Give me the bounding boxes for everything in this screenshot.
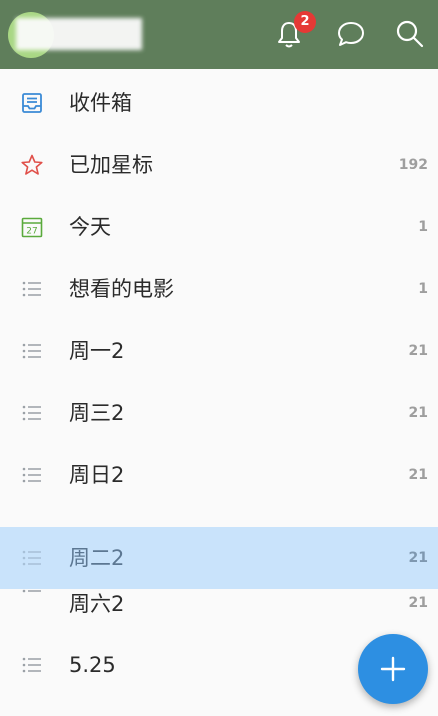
search-icon[interactable]	[394, 18, 426, 50]
list-item-inbox[interactable]: 收件箱	[0, 72, 438, 134]
list-icon	[20, 463, 44, 487]
list-icon	[20, 401, 44, 425]
list-count: 192	[398, 157, 428, 173]
list-label: 周三2	[69, 401, 125, 425]
list-count: 21	[408, 405, 428, 421]
list-label: 周二2	[69, 546, 125, 570]
notification-badge: 2	[294, 11, 316, 33]
svg-text:27: 27	[26, 227, 37, 237]
chat-bubble-icon[interactable]	[335, 18, 367, 50]
app-header: 2	[0, 0, 438, 69]
list-item-monday[interactable]: 周一2 21	[0, 320, 438, 382]
list-icon	[20, 339, 44, 363]
star-icon	[20, 153, 44, 177]
list-item-wednesday[interactable]: 周三2 21	[0, 382, 438, 444]
list-label: 5.25	[69, 653, 116, 677]
list-icon	[20, 653, 44, 677]
list-item-sunday[interactable]: 周日2 21	[0, 444, 438, 506]
list-label: 周日2	[69, 463, 125, 487]
account-name-redacted[interactable]	[16, 18, 142, 50]
list-count: 21	[408, 550, 428, 566]
list-label: 今天	[69, 215, 111, 239]
list-label: 周六2	[69, 592, 125, 616]
plus-icon	[380, 656, 406, 682]
list-count: 21	[408, 343, 428, 359]
list-count: 21	[408, 595, 428, 611]
list-label: 收件箱	[69, 91, 132, 115]
list-label: 想看的电影	[69, 277, 174, 301]
list-label: 周一2	[69, 339, 125, 363]
list-count: 1	[418, 219, 428, 235]
list-item-movies[interactable]: 想看的电影 1	[0, 258, 438, 320]
list-item-starred[interactable]: 已加星标 192	[0, 134, 438, 196]
list-count: 21	[408, 467, 428, 483]
add-list-button[interactable]	[358, 634, 428, 704]
calendar-today-icon: 27	[20, 215, 44, 239]
list-icon	[20, 546, 44, 570]
list-count: 1	[418, 281, 428, 297]
inbox-icon	[20, 91, 44, 115]
list-icon	[20, 277, 44, 301]
list-item-tuesday-dragging[interactable]: 周二2 21	[0, 527, 438, 589]
list-item-today[interactable]: 27 今天 1	[0, 196, 438, 258]
list-label: 已加星标	[69, 153, 153, 177]
